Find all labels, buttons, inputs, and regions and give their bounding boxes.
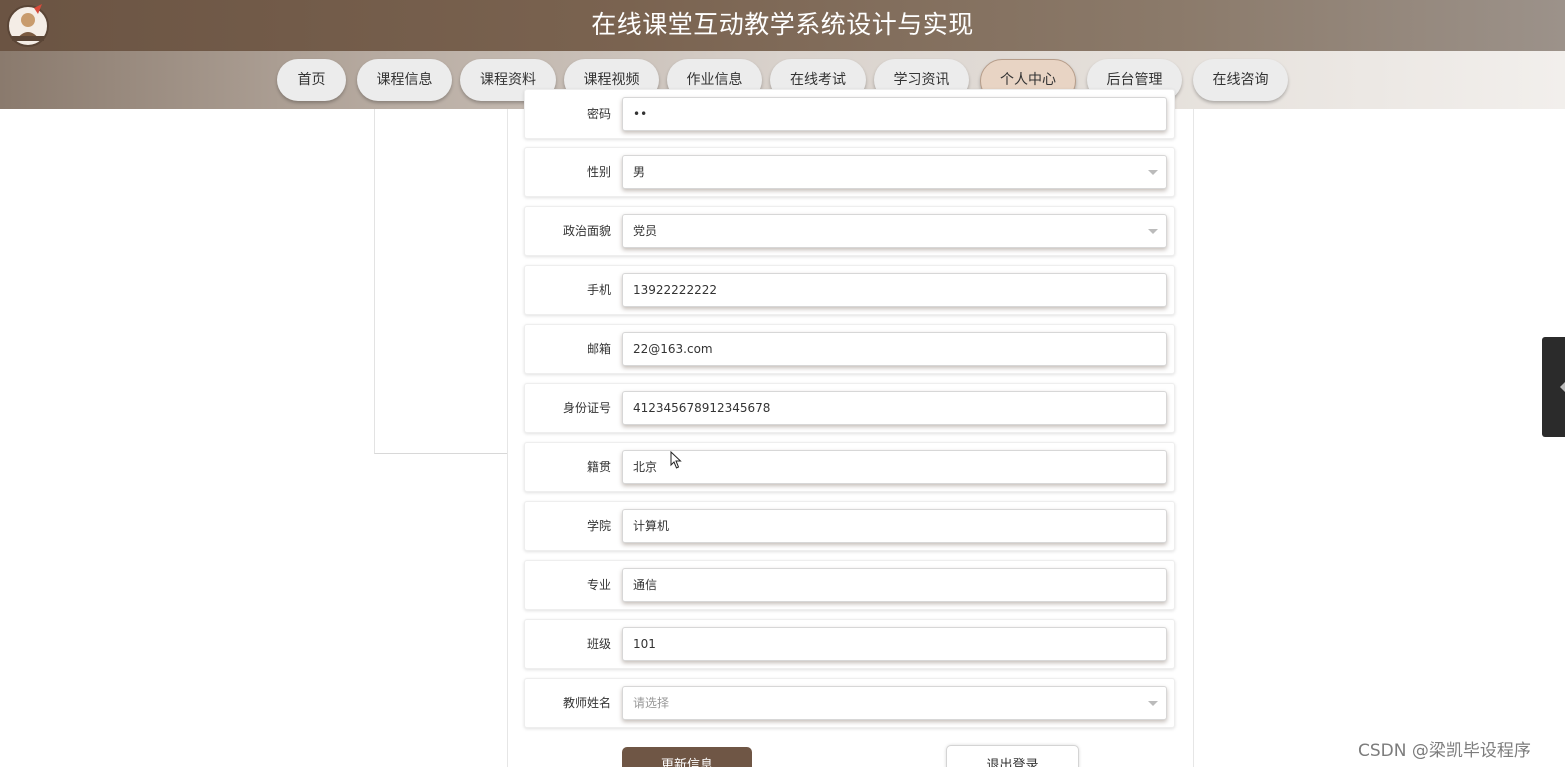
phone-label: 手机 <box>586 283 611 297</box>
class-field[interactable]: 101 <box>622 627 1167 661</box>
password-label: 密码 <box>586 107 611 121</box>
id-number-label: 身份证号 <box>562 401 611 415</box>
chevron-left-icon <box>1560 382 1565 392</box>
mouse-cursor-icon <box>670 451 682 469</box>
phone-field[interactable]: 13922222222 <box>622 273 1167 307</box>
gender-select[interactable]: 男 <box>622 155 1167 189</box>
side-drawer-toggle[interactable] <box>1542 337 1565 437</box>
password-field[interactable]: •• <box>622 97 1167 131</box>
form-row-political-status: 政治面貌 党员 <box>524 206 1175 256</box>
major-field[interactable]: 通信 <box>622 568 1167 602</box>
college-field[interactable]: 计算机 <box>622 509 1167 543</box>
teacher-name-select[interactable]: 请选择 <box>622 686 1167 720</box>
site-header: 在线课堂互动教学系统设计与实现 <box>0 0 1565 51</box>
email-field[interactable]: 22@163.com <box>622 332 1167 366</box>
id-number-field[interactable]: 412345678912345678 <box>622 391 1167 425</box>
political-status-label: 政治面貌 <box>562 224 611 238</box>
nav-item-online-consult[interactable]: 在线咨询 <box>1193 59 1288 101</box>
form-row-college: 学院 计算机 <box>524 501 1175 551</box>
teacher-name-label: 教师姓名 <box>562 696 611 710</box>
gender-label: 性别 <box>586 165 611 179</box>
chevron-down-icon <box>1148 229 1158 234</box>
form-row-password: 密码 •• <box>524 89 1175 139</box>
chevron-down-icon <box>1148 170 1158 175</box>
side-panel <box>374 109 509 454</box>
form-row-id-number: 身份证号 412345678912345678 <box>524 383 1175 433</box>
form-row-major: 专业 通信 <box>524 560 1175 610</box>
nav-item-home[interactable]: 首页 <box>277 59 346 101</box>
gender-value: 男 <box>633 165 646 179</box>
teacher-name-placeholder: 请选择 <box>633 696 670 710</box>
form-row-class: 班级 101 <box>524 619 1175 669</box>
form-row-hometown: 籍贯 北京 <box>524 442 1175 492</box>
form-row-email: 邮箱 22@163.com <box>524 324 1175 374</box>
site-title: 在线课堂互动教学系统设计与实现 <box>591 10 974 39</box>
political-status-value: 党员 <box>633 224 658 238</box>
chevron-down-icon <box>1148 701 1158 706</box>
hometown-field[interactable]: 北京 <box>622 450 1167 484</box>
watermark: CSDN @梁凯毕设程序 <box>1358 741 1531 761</box>
form-row-gender: 性别 男 <box>524 147 1175 197</box>
logout-button[interactable]: 退出登录 <box>946 745 1079 767</box>
political-status-select[interactable]: 党员 <box>622 214 1167 248</box>
app-window: 在线课堂互动教学系统设计与实现 首页 课程信息 课程资料 课程视频 作业信息 在… <box>0 0 1565 767</box>
hometown-label: 籍贯 <box>586 460 611 474</box>
nav-item-course-info[interactable]: 课程信息 <box>357 59 452 101</box>
form-row-phone: 手机 13922222222 <box>524 265 1175 315</box>
major-label: 专业 <box>586 578 611 592</box>
college-label: 学院 <box>586 519 611 533</box>
form-row-teacher-name: 教师姓名 请选择 <box>524 678 1175 728</box>
update-info-button[interactable]: 更新信息 <box>622 747 752 767</box>
email-label: 邮箱 <box>586 342 611 356</box>
class-label: 班级 <box>586 637 611 651</box>
